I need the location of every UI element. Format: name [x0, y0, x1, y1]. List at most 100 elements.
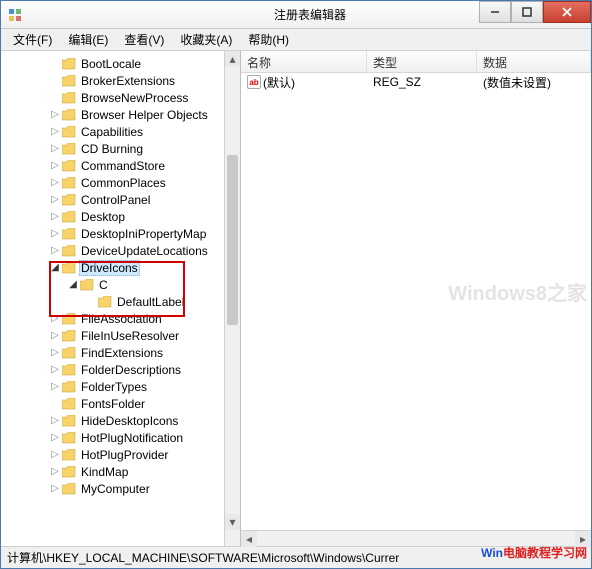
expand-icon[interactable]: ▷	[49, 211, 61, 223]
tree-node[interactable]: ▷ ControlPanel	[1, 191, 240, 208]
tree-node[interactable]: ▷ HotPlugProvider	[1, 446, 240, 463]
expand-icon	[49, 92, 61, 104]
list-row[interactable]: ab (默认) REG_SZ (数值未设置)	[241, 73, 591, 91]
menu-edit[interactable]: 编辑(E)	[60, 29, 116, 50]
expand-icon[interactable]: ▷	[49, 449, 61, 461]
tree-node-label: CD Burning	[79, 142, 145, 156]
tree-node-label: HideDesktopIcons	[79, 414, 180, 428]
tree-node-label: DesktopIniPropertyMap	[79, 227, 208, 241]
tree-node-label: Browser Helper Objects	[79, 108, 210, 122]
window-controls	[479, 1, 591, 23]
folder-icon	[62, 228, 76, 240]
tree-node[interactable]: BootLocale	[1, 55, 240, 72]
tree-node-label: KindMap	[79, 465, 130, 479]
expand-icon[interactable]: ▷	[49, 432, 61, 444]
expand-icon	[49, 58, 61, 70]
expand-icon[interactable]: ▷	[49, 483, 61, 495]
expand-icon[interactable]: ▷	[49, 364, 61, 376]
expand-icon[interactable]: ▷	[49, 228, 61, 240]
header-type[interactable]: 类型	[367, 51, 477, 72]
tree-node[interactable]: ▷ FolderTypes	[1, 378, 240, 395]
tree-node-label: FindExtensions	[79, 346, 165, 360]
tree-node[interactable]: ▷ KindMap	[1, 463, 240, 480]
maximize-button[interactable]	[511, 1, 543, 23]
folder-icon	[62, 347, 76, 359]
collapse-icon[interactable]: ◢	[49, 262, 61, 274]
tree-node[interactable]: ◢DriveIcons	[1, 259, 240, 276]
tree-scrollbar[interactable]: ▴ ▾	[224, 51, 240, 546]
scroll-up-icon[interactable]: ▴	[225, 51, 240, 67]
expand-icon[interactable]: ▷	[49, 177, 61, 189]
close-button[interactable]	[543, 1, 591, 23]
list-scrollbar-h[interactable]: ◂ ▸	[241, 530, 591, 546]
content-area: BootLocale BrokerExtensionsBrowseNewProce…	[1, 51, 591, 546]
folder-icon	[62, 109, 76, 121]
tree-node-label: BrokerExtensions	[79, 74, 177, 88]
tree-node[interactable]: DefaultLabel	[1, 293, 240, 310]
tree-node-label: HotPlugProvider	[79, 448, 170, 462]
tree-node[interactable]: ▷ FileInUseResolver	[1, 327, 240, 344]
scroll-down-icon[interactable]: ▾	[225, 514, 240, 530]
expand-icon[interactable]: ▷	[49, 126, 61, 138]
expand-icon[interactable]: ▷	[49, 109, 61, 121]
scroll-left-icon[interactable]: ◂	[241, 531, 257, 547]
folder-icon	[62, 211, 76, 223]
folder-icon	[62, 466, 76, 478]
tree-node-label: CommonPlaces	[79, 176, 168, 190]
tree-node[interactable]: ▷ CD Burning	[1, 140, 240, 157]
tree-node[interactable]: FontsFolder	[1, 395, 240, 412]
tree-node[interactable]: ▷HotPlugNotification	[1, 429, 240, 446]
minimize-button[interactable]	[479, 1, 511, 23]
menu-view[interactable]: 查看(V)	[116, 29, 172, 50]
tree-node[interactable]: ▷ CommonPlaces	[1, 174, 240, 191]
tree-node[interactable]: ▷DeviceUpdateLocations	[1, 242, 240, 259]
expand-icon[interactable]: ▷	[49, 194, 61, 206]
folder-icon	[80, 279, 94, 291]
tree-panel[interactable]: BootLocale BrokerExtensionsBrowseNewProce…	[1, 51, 241, 546]
tree-node-label: FontsFolder	[79, 397, 147, 411]
tree-node[interactable]: ▷ FileAssociation	[1, 310, 240, 327]
tree-node[interactable]: ▷ HideDesktopIcons	[1, 412, 240, 429]
tree-node[interactable]: ▷CommandStore	[1, 157, 240, 174]
folder-icon	[62, 143, 76, 155]
expand-icon[interactable]: ▷	[49, 330, 61, 342]
tree-node-label: MyComputer	[79, 482, 152, 496]
tree-node[interactable]: ▷ MyComputer	[1, 480, 240, 497]
tree-node[interactable]: ▷FolderDescriptions	[1, 361, 240, 378]
tree-node-label: FolderTypes	[79, 380, 149, 394]
expand-icon[interactable]: ▷	[49, 313, 61, 325]
tree-node[interactable]: BrokerExtensions	[1, 72, 240, 89]
folder-icon	[62, 449, 76, 461]
tree-node[interactable]: ◢C	[1, 276, 240, 293]
list-panel[interactable]: 名称 类型 数据 ab (默认) REG_SZ (数值未设置) ◂ ▸	[241, 51, 591, 546]
header-name[interactable]: 名称	[241, 51, 367, 72]
tree-node-label: FileInUseResolver	[79, 329, 181, 343]
tree-node[interactable]: BrowseNewProcess	[1, 89, 240, 106]
expand-icon[interactable]: ▷	[49, 466, 61, 478]
scroll-right-icon[interactable]: ▸	[575, 531, 591, 547]
tree-node[interactable]: ▷ FindExtensions	[1, 344, 240, 361]
tree-node[interactable]: ▷ Browser Helper Objects	[1, 106, 240, 123]
expand-icon[interactable]: ▷	[49, 381, 61, 393]
tree-node[interactable]: ▷ DesktopIniPropertyMap	[1, 225, 240, 242]
header-data[interactable]: 数据	[477, 51, 591, 72]
menu-file[interactable]: 文件(F)	[5, 29, 60, 50]
tree-node[interactable]: ▷Capabilities	[1, 123, 240, 140]
expand-icon	[49, 398, 61, 410]
tree-node-label: ControlPanel	[79, 193, 152, 207]
folder-icon	[62, 483, 76, 495]
tree-node-label: FileAssociation	[79, 312, 164, 326]
tree-node[interactable]: ▷Desktop	[1, 208, 240, 225]
folder-icon	[62, 58, 76, 70]
expand-icon[interactable]: ▷	[49, 415, 61, 427]
scroll-thumb[interactable]	[227, 155, 238, 325]
collapse-icon[interactable]: ◢	[67, 279, 79, 291]
tree-node-label: DefaultLabel	[115, 295, 186, 309]
expand-icon[interactable]: ▷	[49, 347, 61, 359]
list-header: 名称 类型 数据	[241, 51, 591, 73]
expand-icon[interactable]: ▷	[49, 245, 61, 257]
menu-favorites[interactable]: 收藏夹(A)	[172, 29, 240, 50]
expand-icon[interactable]: ▷	[49, 160, 61, 172]
expand-icon[interactable]: ▷	[49, 143, 61, 155]
menu-help[interactable]: 帮助(H)	[240, 29, 297, 50]
